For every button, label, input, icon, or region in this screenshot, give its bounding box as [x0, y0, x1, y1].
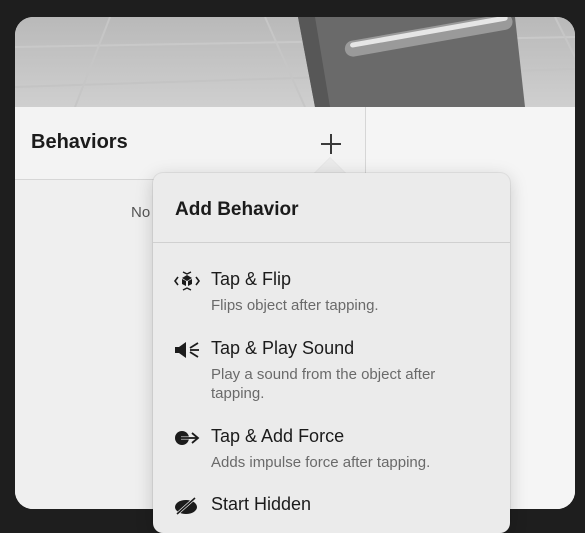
- behavior-description: Adds impulse force after tapping.: [211, 454, 431, 471]
- add-behavior-popover: Add Behavior Tap & Flip Flips object aft…: [153, 173, 510, 533]
- tap-flip-icon: [174, 271, 200, 291]
- behavior-description: Flips object after tapping.: [211, 297, 379, 314]
- behavior-item-tap-add-force[interactable]: Tap & Add Force Adds impulse force after…: [153, 426, 510, 474]
- add-behavior-button[interactable]: [318, 131, 344, 157]
- divider: [153, 242, 510, 243]
- scene-viewport[interactable]: [15, 17, 575, 108]
- empty-state-text: No: [131, 204, 151, 221]
- behavior-name: Tap & Flip: [211, 269, 292, 289]
- popover-title: Add Behavior: [175, 199, 299, 220]
- behavior-name: Start Hidden: [211, 494, 312, 514]
- behavior-item-start-hidden[interactable]: Start Hidden: [153, 494, 510, 524]
- behavior-item-tap-play-sound[interactable]: Tap & Play Sound Play a sound from the o…: [153, 338, 510, 406]
- plus-icon: [321, 134, 341, 154]
- sound-icon: [175, 342, 199, 358]
- hidden-icon: [175, 496, 197, 516]
- behavior-name: Tap & Play Sound: [211, 338, 355, 358]
- behavior-name: Tap & Add Force: [211, 426, 345, 446]
- behavior-item-tap-flip[interactable]: Tap & Flip Flips object after tapping.: [153, 269, 510, 317]
- scene-render: [15, 17, 575, 108]
- popover-arrow: [314, 158, 346, 174]
- behavior-description: Play a sound from the object after tappi…: [211, 366, 436, 402]
- behaviors-title: Behaviors: [31, 131, 128, 153]
- add-force-icon: [175, 431, 200, 445]
